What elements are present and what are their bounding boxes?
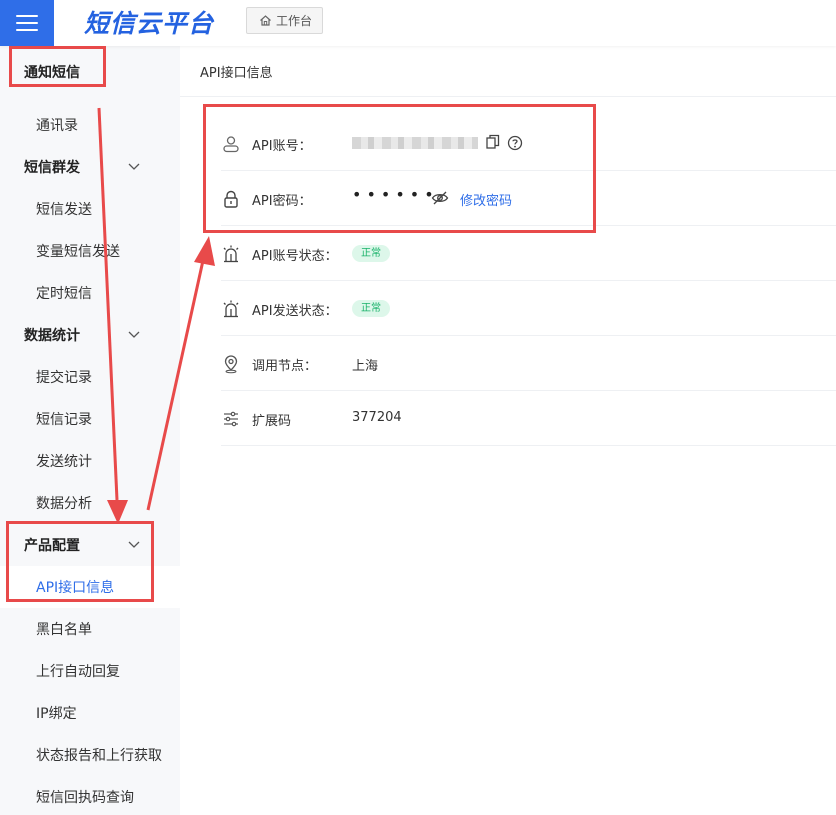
copy-icon[interactable]: [486, 134, 500, 150]
api-account-label: API账号：: [252, 139, 312, 154]
api-account-value-masked: [352, 137, 478, 149]
api-send-status-row: API发送状态： 正常: [221, 281, 836, 336]
sidebar-section-title-label: 通知短信: [24, 65, 80, 81]
sidebar-item-label: 状态报告和上行获取: [36, 748, 162, 764]
sidebar-item-scheduled-sms[interactable]: 定时短信: [0, 272, 180, 314]
help-icon[interactable]: [507, 135, 523, 151]
api-password-value: ••••••: [352, 185, 439, 204]
sidebar-item-contacts[interactable]: 通讯录: [0, 104, 180, 146]
sidebar-item-api-info[interactable]: API接口信息: [0, 566, 180, 608]
sidebar-item-sms-send[interactable]: 短信发送: [0, 188, 180, 230]
sidebar-item-label: 通讯录: [36, 118, 78, 134]
sidebar-item-data-analysis[interactable]: 数据分析: [0, 482, 180, 524]
sidebar-item-label: 发送统计: [36, 454, 92, 470]
ext-code-value: 377204: [352, 410, 402, 425]
api-account-status-label: API账号状态：: [252, 249, 338, 264]
annotation-arrowhead-up: [194, 236, 215, 266]
sidebar-item-label: IP绑定: [36, 706, 77, 722]
sidebar-group-statistics[interactable]: 数据统计: [0, 314, 180, 356]
sidebar-item-label: 数据分析: [36, 496, 92, 512]
title-divider: [180, 96, 836, 97]
sidebar-item-label: 上行自动回复: [36, 664, 120, 680]
sidebar-group-product-config[interactable]: 产品配置: [0, 524, 180, 566]
eye-off-icon[interactable]: [431, 190, 449, 206]
sidebar-item-label: 变量短信发送: [36, 244, 120, 260]
menu-icon: [16, 15, 38, 17]
sidebar-item-status-report[interactable]: 状态报告和上行获取: [0, 734, 180, 776]
api-password-label: API密码：: [252, 194, 312, 209]
sidebar-item-label: 短信记录: [36, 412, 92, 428]
menu-icon-bar: [16, 29, 38, 31]
home-icon: [260, 15, 271, 26]
sidebar-item-submit-records[interactable]: 提交记录: [0, 356, 180, 398]
user-icon: [223, 136, 239, 153]
location-icon: [224, 355, 238, 374]
api-account-row: API账号：: [221, 116, 836, 171]
sidebar-item-ip-binding[interactable]: IP绑定: [0, 692, 180, 734]
workbench-button[interactable]: 工作台: [246, 7, 324, 34]
api-password-row: API密码： •••••• 修改密码: [221, 171, 836, 226]
change-password-link[interactable]: 修改密码: [460, 190, 512, 209]
chevron-down-icon: [128, 541, 140, 548]
sidebar-item-send-stats[interactable]: 发送统计: [0, 440, 180, 482]
menu-icon-bar: [16, 22, 38, 24]
hamburger-menu-button[interactable]: [0, 0, 54, 46]
api-send-status-label: API发送状态：: [252, 304, 338, 319]
api-account-status-row: API账号状态： 正常: [221, 226, 836, 281]
sidebar-item-auto-reply[interactable]: 上行自动回复: [0, 650, 180, 692]
sidebar-item-label: 短信发送: [36, 202, 92, 218]
sidebar: 通知短信 通讯录 短信群发 短信发送 变量短信发送 定时短信 数据统计 提交记录…: [0, 46, 180, 815]
sidebar-item-label: 提交记录: [36, 370, 92, 386]
sidebar-group-label: 短信群发: [24, 160, 80, 176]
sidebar-item-receipt-query[interactable]: 短信回执码查询: [0, 776, 180, 815]
call-node-row: 调用节点： 上海: [221, 336, 836, 391]
brand-logo[interactable]: 短信云平台: [84, 4, 214, 40]
top-header: 短信云平台 工作台: [0, 0, 836, 46]
sidebar-section-title[interactable]: 通知短信: [0, 52, 180, 92]
sidebar-item-variable-sms[interactable]: 变量短信发送: [0, 230, 180, 272]
sidebar-group-bulk-sms[interactable]: 短信群发: [0, 146, 180, 188]
sidebar-group-label: 产品配置: [24, 538, 80, 554]
sidebar-item-label: 黑白名单: [36, 622, 92, 638]
workbench-label: 工作台: [276, 14, 313, 28]
sliders-icon: [224, 411, 238, 427]
ext-code-row: 扩展码 377204: [221, 391, 836, 446]
call-node-value: 上海: [352, 359, 379, 374]
lock-icon: [224, 190, 238, 208]
chevron-down-icon: [128, 331, 140, 338]
status-badge: 正常: [352, 245, 390, 262]
alarm-icon: [223, 245, 239, 263]
alarm-icon: [223, 300, 239, 318]
sidebar-group-label: 数据统计: [24, 328, 80, 344]
sidebar-item-sms-records[interactable]: 短信记录: [0, 398, 180, 440]
call-node-label: 调用节点：: [252, 359, 318, 374]
sidebar-item-label: 定时短信: [36, 286, 92, 302]
sidebar-item-blacklist[interactable]: 黑白名单: [0, 608, 180, 650]
chevron-down-icon: [128, 163, 140, 170]
ext-code-label: 扩展码: [252, 414, 292, 429]
sidebar-item-label: API接口信息: [36, 580, 115, 596]
status-badge: 正常: [352, 300, 390, 317]
sidebar-item-label: 短信回执码查询: [36, 790, 134, 806]
page-title: API接口信息: [200, 66, 273, 81]
